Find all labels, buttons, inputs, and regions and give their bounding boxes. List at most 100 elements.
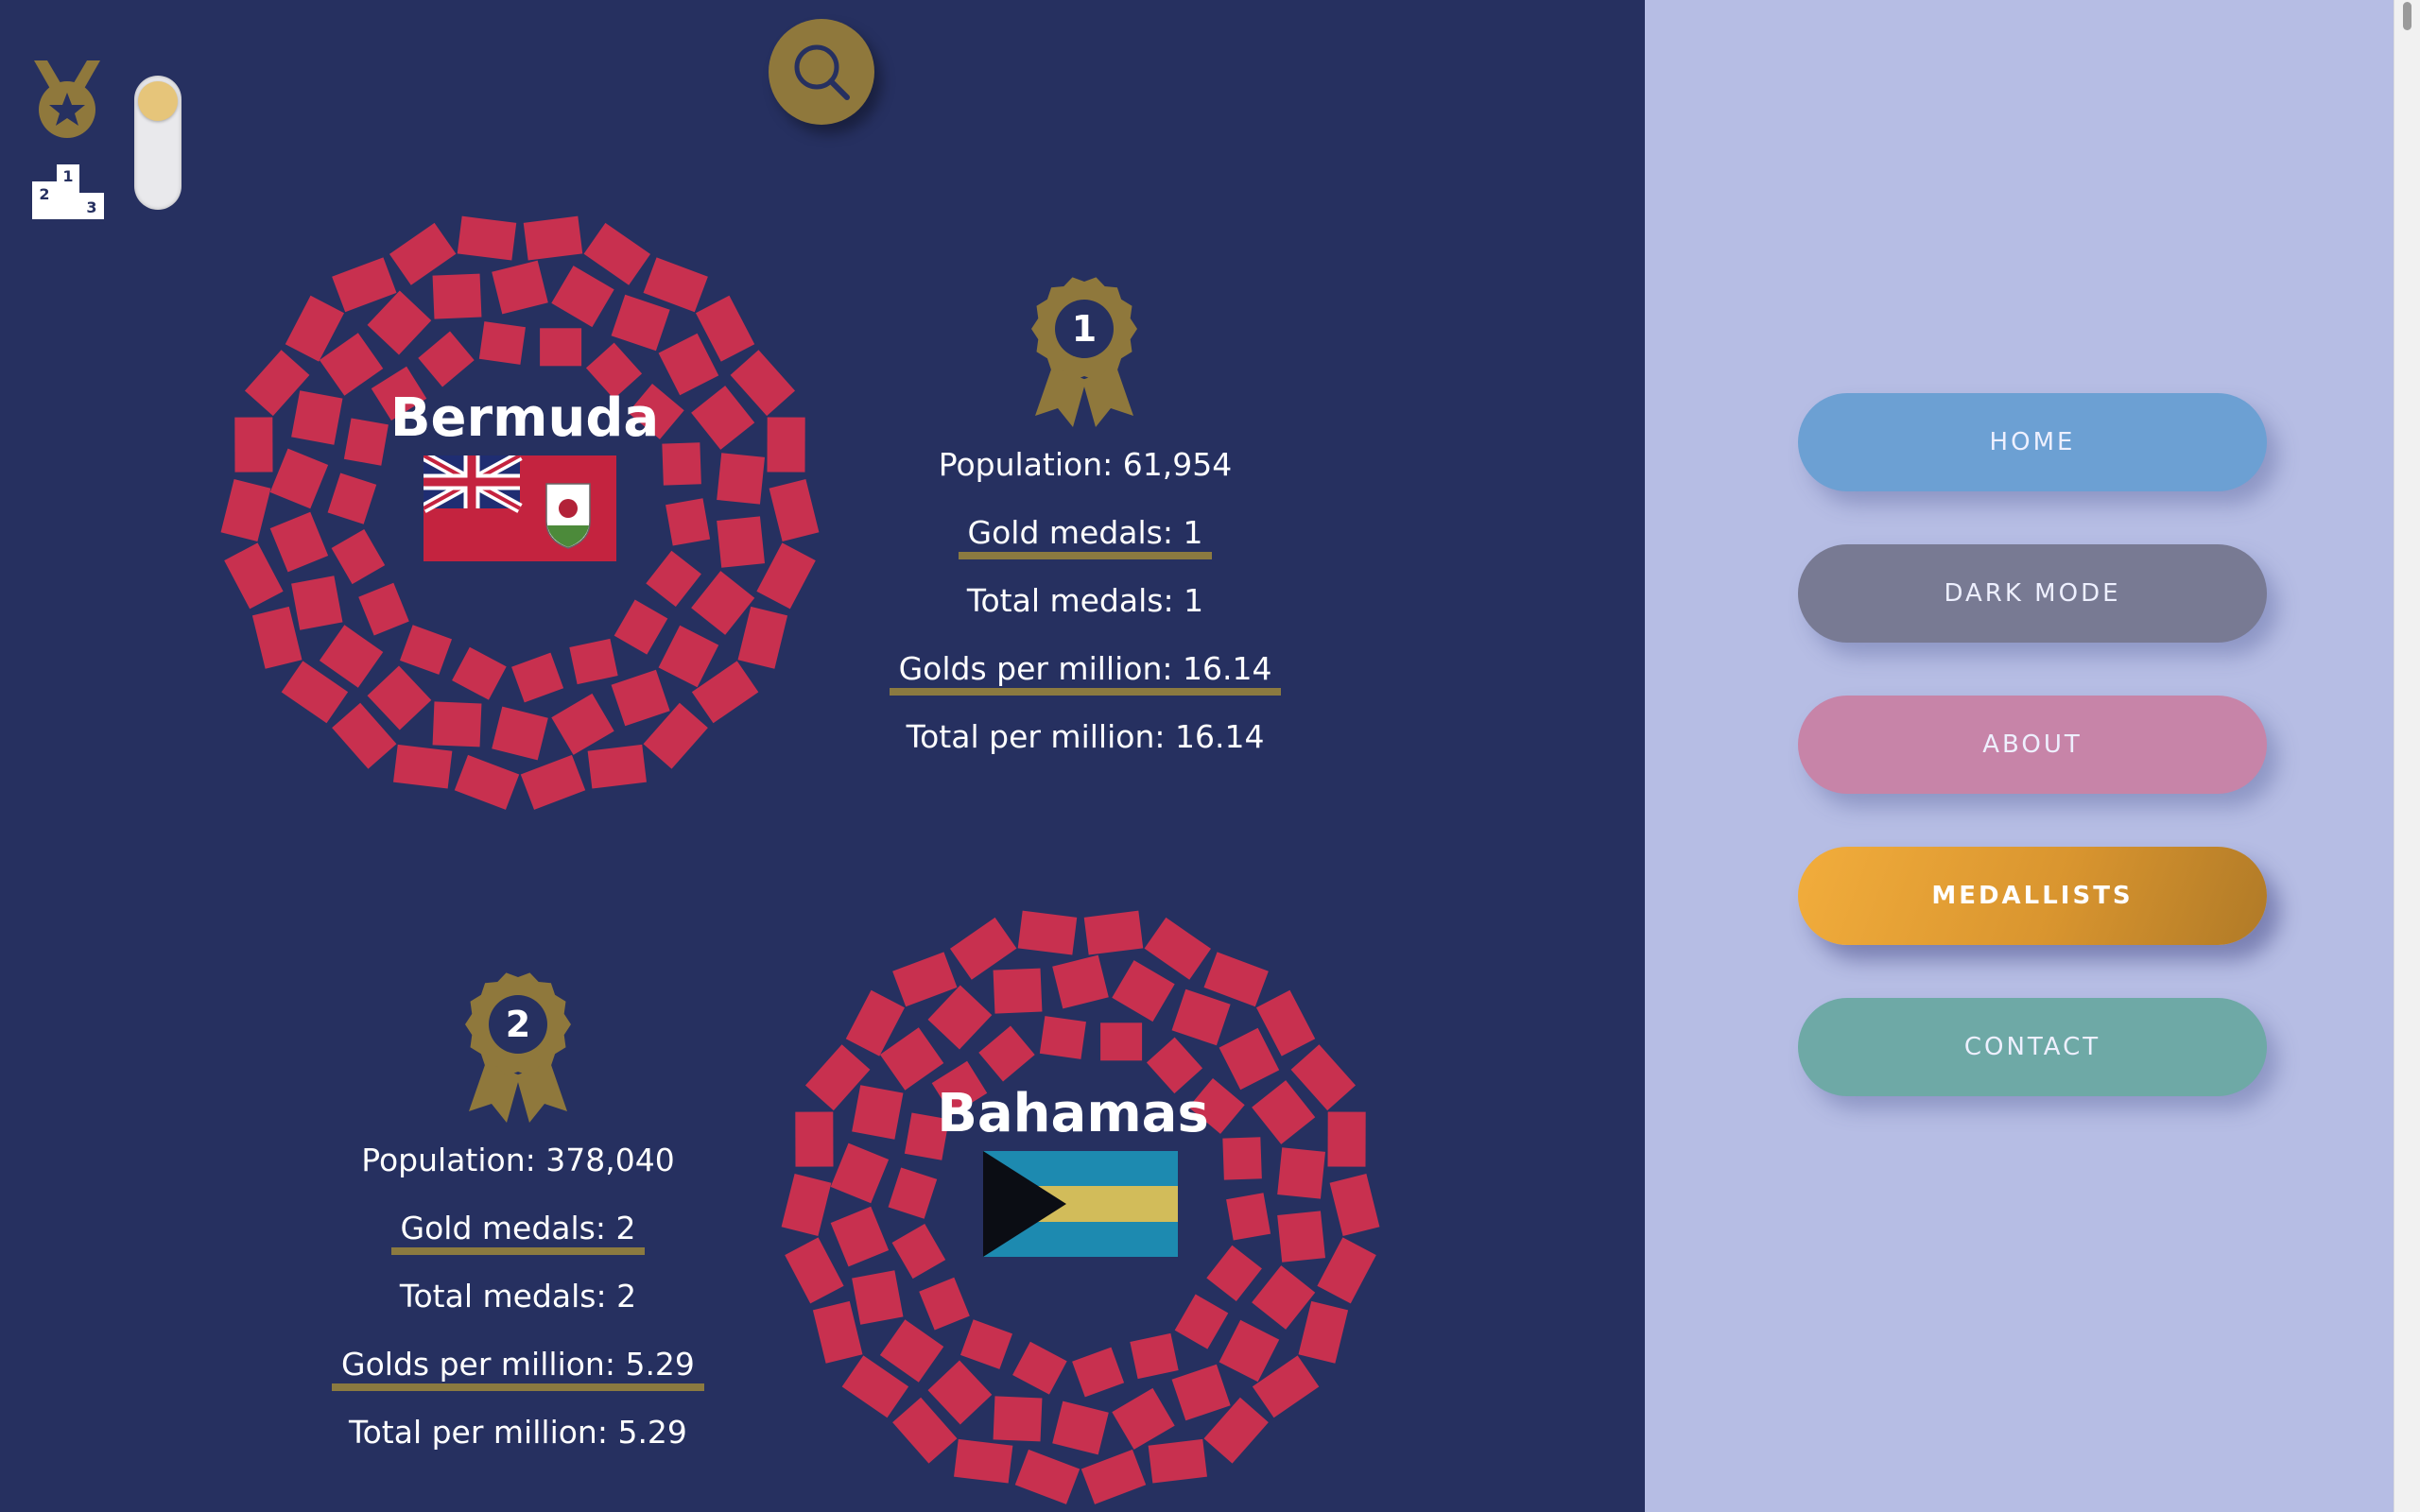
nav-medallists-button[interactable]: MEDALLISTS [1798,847,2267,945]
toggle-knob[interactable] [138,81,178,121]
rank-number: 1 [1072,308,1097,350]
emblem-tile [614,599,668,655]
emblem-tile [452,646,507,700]
gold-medals-stat: Gold medals: 1 [821,499,1350,567]
emblem-tile [583,222,651,285]
emblem-tile [781,1174,832,1236]
emblem-tile [830,1206,890,1267]
emblem-tile [358,582,409,636]
emblem-tile [959,1319,1013,1369]
emblem-tile [1327,1111,1366,1167]
emblem-tile [251,606,302,669]
emblem-tile [1206,1245,1262,1302]
emblem-tile [587,744,647,789]
emblem-tile [888,1167,938,1219]
podium-third-label: 3 [86,198,96,216]
gold-medals-stat: Gold medals: 2 [253,1194,783,1263]
emblem-tile [927,985,993,1050]
emblem-tile [852,1270,904,1325]
emblem-tile [1203,952,1269,1007]
emblem-tile [1277,1147,1326,1199]
search-button[interactable] [769,19,874,125]
emblem-tile [291,576,343,630]
emblem-tile [269,511,329,573]
nav-contact-button[interactable]: CONTACT [1798,998,2267,1096]
emblem-tile [319,625,384,688]
emblem-tile [993,1396,1043,1442]
search-icon [794,44,850,100]
emblem-tile [927,1360,993,1425]
emblem-tile [1052,954,1109,1009]
scrollbar-thumb[interactable] [2403,2,2411,30]
emblem-tile [1329,1174,1380,1236]
rank-number: 2 [506,1004,530,1045]
emblem-tile [717,516,766,568]
golds-per-million-stat: Golds per million: 16.14 [821,635,1350,703]
emblem-tile [611,294,670,352]
emblem-tile [1012,1341,1067,1395]
medal-icon[interactable] [28,57,106,142]
emblem-tile [1072,1347,1125,1398]
emblem-tile [327,472,377,524]
emblem-tile [1144,917,1212,980]
ranking-toggle[interactable] [134,76,182,210]
emblem-tile [432,701,482,747]
emblem-tile [879,1319,944,1383]
emblem-tile [511,652,564,703]
emblem-tile [756,542,816,610]
nav-dark-mode-button[interactable]: DARK MODE [1798,544,2267,643]
population-stat: Population: 378,040 [361,1142,675,1178]
emblem-tile [1219,1027,1280,1091]
golds-per-million-stat: Golds per million: 5.29 [253,1331,783,1399]
emblem-tile [737,606,788,669]
emblem-tile [769,479,820,541]
emblem-tile [830,1143,890,1204]
emblem-tile [1252,1265,1316,1330]
emblem-tile [658,625,719,688]
emblem-tile [1130,1332,1179,1380]
emblem-tile [643,257,708,313]
emblem-tile [785,1237,844,1304]
nav-about-button[interactable]: ABOUT [1798,696,2267,794]
emblem-tile [432,273,482,319]
emblem-tile [319,333,384,396]
emblem-tile [457,215,517,261]
emblem-tile [1039,1016,1086,1059]
emblem-tile [1171,988,1231,1046]
golds-per-million-value: Golds per million: 16.14 [889,650,1282,696]
emblem-tile [1014,1449,1080,1504]
rank-ribbon-icon: 2 [465,972,571,1123]
nav-home-button[interactable]: HOME [1798,393,2267,491]
emblem-tile [717,453,766,505]
emblem-tile [993,968,1043,1014]
emblem-tile [224,542,284,610]
emblem-tile [611,669,670,727]
podium-second-label: 2 [39,185,49,203]
emblem-tile [523,215,583,261]
emblem-tile [1080,1449,1147,1504]
rank-ribbon-icon: 1 [1031,277,1137,427]
total-medals-stat: Total medals: 1 [966,582,1204,619]
total-per-million-stat: Total per million: 5.29 [349,1414,687,1451]
emblem-tile [1171,1364,1231,1421]
emblem-tile [569,638,618,685]
emblem-tile [367,665,432,730]
emblem-tile [551,693,614,755]
emblem-tile [1148,1438,1207,1484]
podium-first-label: 1 [62,167,73,185]
emblem-tile [1052,1400,1109,1455]
podium-icon[interactable]: 1 2 3 [30,161,106,219]
emblem-tile [1277,1211,1326,1263]
scrollbar[interactable] [2394,0,2420,1512]
emblem-tile [919,1277,970,1331]
emblem-tile [1083,910,1144,955]
bermuda-flag [424,455,616,561]
population-stat: Population: 61,954 [938,446,1233,483]
country-stats: Population: 378,040 Gold medals: 2 Total… [253,1126,783,1467]
emblem-tile [978,1025,1035,1082]
emblem-tile [795,1111,834,1167]
emblem-tile [1100,1022,1143,1061]
emblem-tile [1226,1193,1271,1241]
emblem-tile [1219,1319,1280,1383]
emblem-tile [662,442,701,486]
